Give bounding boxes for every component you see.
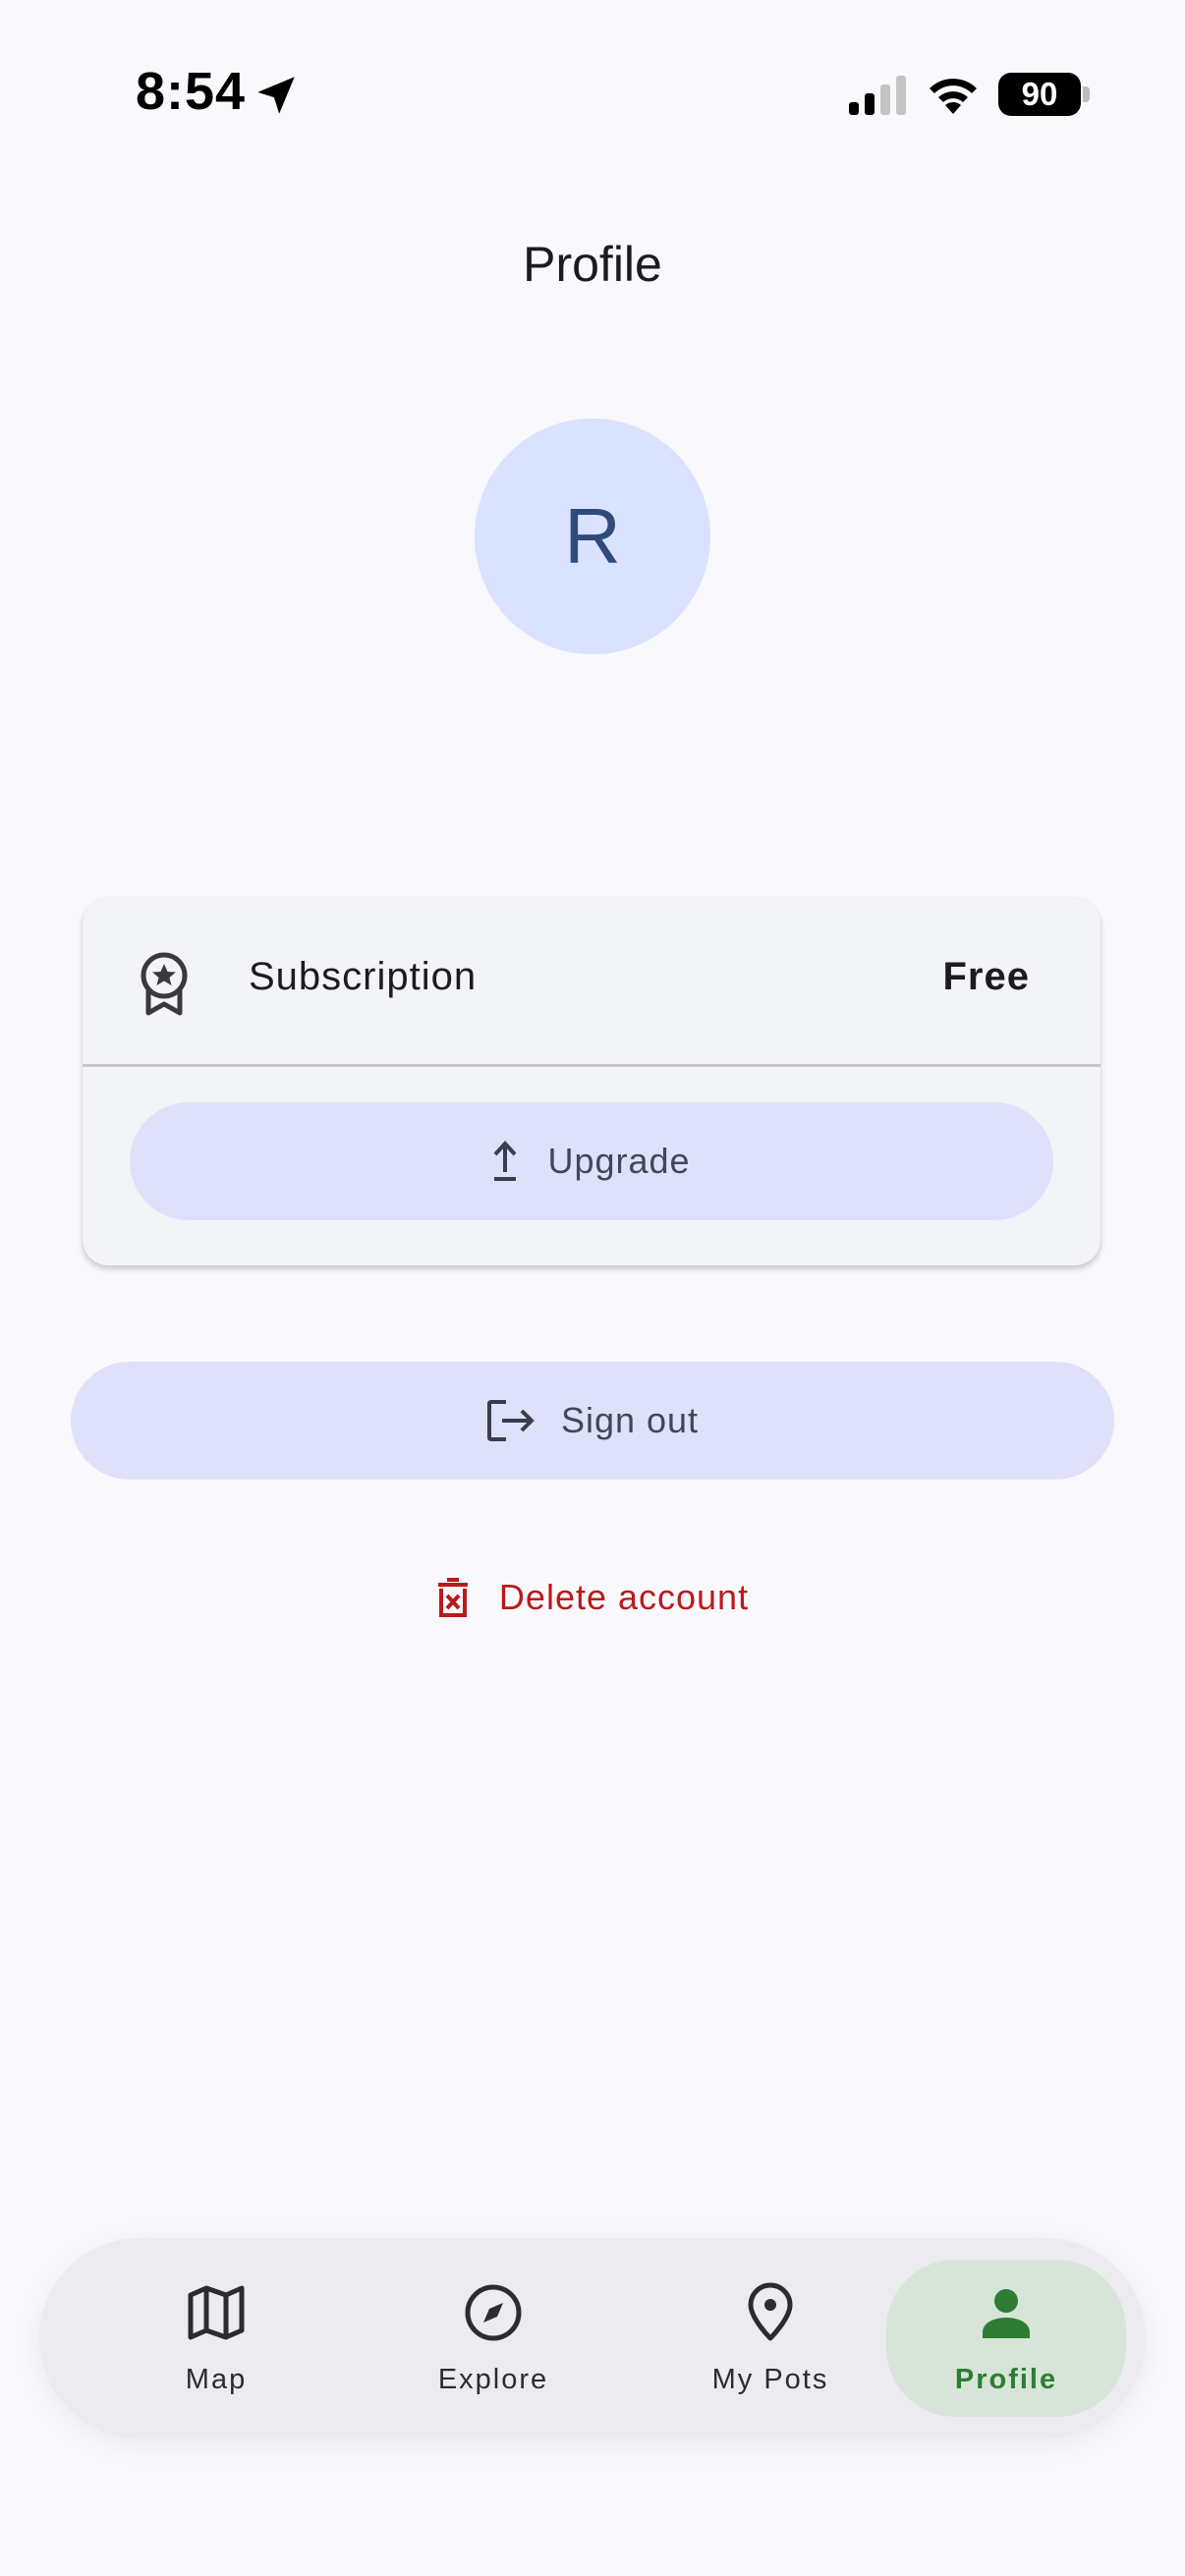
upgrade-label: Upgrade bbox=[547, 1141, 691, 1181]
nav-item-profile[interactable]: Profile bbox=[886, 2260, 1126, 2417]
sign-out-button[interactable]: Sign out bbox=[71, 1362, 1114, 1480]
delete-account-button[interactable]: Delete account bbox=[0, 1568, 1185, 1627]
compass-icon bbox=[465, 2284, 522, 2341]
map-icon bbox=[188, 2285, 245, 2340]
nav-label-my-pots: My Pots bbox=[711, 2364, 829, 2395]
cellular-signal-icon bbox=[849, 76, 906, 115]
person-icon bbox=[983, 2289, 1030, 2338]
nav-item-my-pots[interactable]: My Pots bbox=[650, 2260, 890, 2417]
bottom-nav-bar: Map Explore My Pots Profile bbox=[39, 2238, 1146, 2438]
trash-icon bbox=[437, 1578, 468, 1617]
nav-item-map[interactable]: Map bbox=[96, 2260, 336, 2417]
divider bbox=[83, 1064, 1100, 1067]
delete-account-label: Delete account bbox=[498, 1577, 750, 1617]
battery-cap bbox=[1083, 86, 1090, 102]
nav-label-map: Map bbox=[185, 2364, 248, 2395]
subscription-row: Subscription Free bbox=[83, 898, 1100, 1065]
location-pin-icon bbox=[748, 2282, 793, 2341]
battery-indicator: 90 bbox=[998, 73, 1081, 116]
avatar: R bbox=[475, 419, 710, 654]
page-title: Profile bbox=[523, 237, 662, 292]
nav-label-explore: Explore bbox=[437, 2364, 549, 2395]
subscription-card: Subscription Free Upgrade bbox=[83, 898, 1100, 1265]
award-icon bbox=[141, 952, 188, 1016]
location-arrow-icon bbox=[257, 77, 295, 114]
upgrade-button[interactable]: Upgrade bbox=[130, 1102, 1053, 1220]
sign-out-label: Sign out bbox=[560, 1400, 700, 1440]
upload-icon bbox=[493, 1141, 517, 1181]
subscription-label: Subscription bbox=[249, 955, 478, 998]
status-time: 8:54 bbox=[136, 62, 247, 121]
logout-icon bbox=[486, 1400, 535, 1441]
status-bar: 8:54 90 bbox=[0, 0, 1185, 196]
wifi-icon bbox=[930, 79, 977, 114]
subscription-plan-value: Free bbox=[942, 955, 1030, 998]
nav-item-explore[interactable]: Explore bbox=[373, 2260, 613, 2417]
nav-label-profile: Profile bbox=[954, 2364, 1058, 2395]
